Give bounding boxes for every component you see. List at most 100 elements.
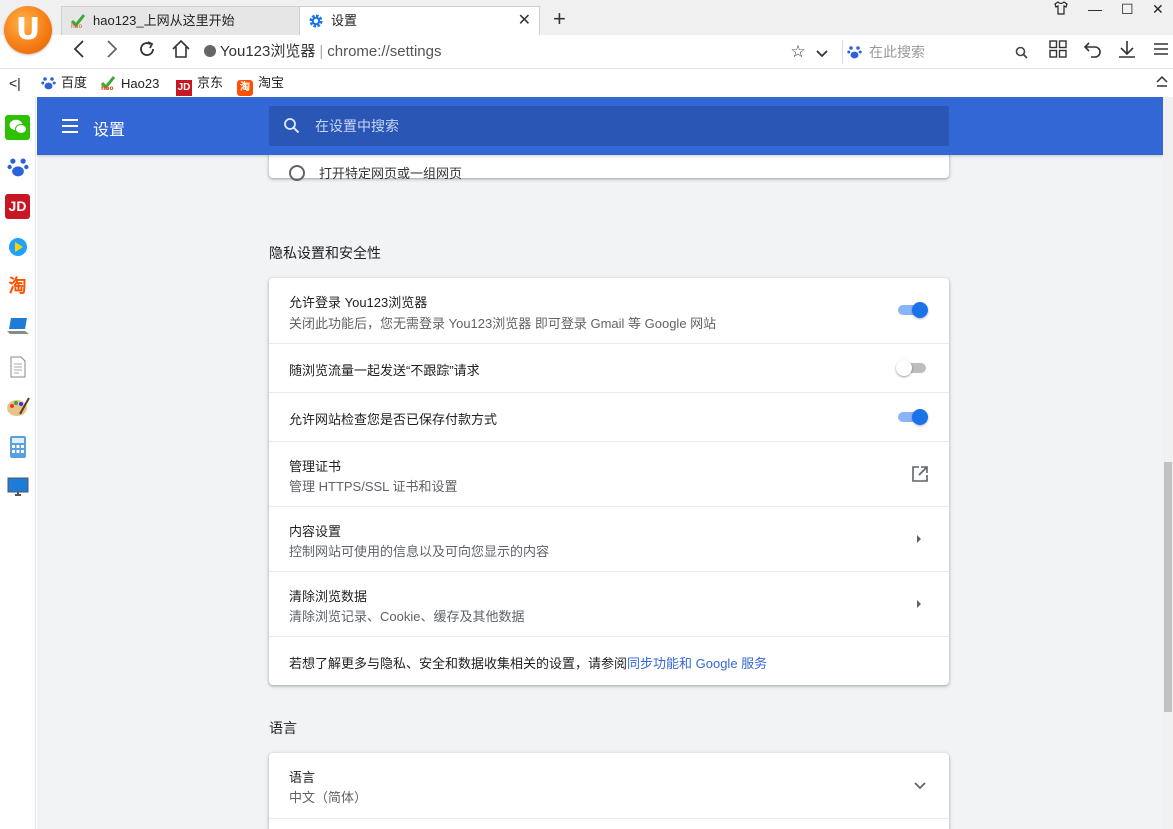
- sync-services-link[interactable]: 同步功能和 Google 服务: [627, 656, 767, 671]
- forward-button[interactable]: [99, 39, 125, 65]
- bookmark-baidu[interactable]: 百度: [41, 75, 87, 91]
- settings-page: 设置 打开特定网页或一组网页 隐私设置和安全性 允许登录 You123浏览器 关…: [37, 97, 1163, 829]
- wechat-icon[interactable]: [5, 115, 30, 140]
- baidu-paw-icon: [41, 77, 56, 90]
- menu-icon[interactable]: [1148, 39, 1173, 65]
- paint-palette-icon[interactable]: [5, 394, 30, 419]
- chevron-down-icon[interactable]: [913, 778, 927, 792]
- calculator-icon[interactable]: [5, 434, 30, 459]
- address-url: chrome://settings: [327, 43, 442, 60]
- collapse-sidebar-icon[interactable]: <|: [9, 75, 21, 91]
- bookmarks-collapse-icon[interactable]: [1155, 75, 1169, 91]
- clear-browsing-data-row[interactable]: 清除浏览数据 清除浏览记录、Cookie、缓存及其他数据: [269, 571, 949, 636]
- row-subtitle: 管理 HTTPS/SSL 证书和设置: [289, 479, 458, 494]
- bookmark-label: 淘宝: [258, 75, 285, 90]
- address-bar[interactable]: You123浏览器 | chrome://settings: [204, 40, 836, 64]
- browser-search-box[interactable]: 在此搜索: [842, 40, 1032, 64]
- skin-icon[interactable]: [1053, 0, 1069, 20]
- navigation-bar: You123浏览器 | chrome://settings ☆ 在此搜索: [0, 35, 1173, 69]
- payment-check-toggle[interactable]: [898, 409, 930, 425]
- hao123-icon: hao: [70, 14, 86, 29]
- settings-search-box[interactable]: [269, 106, 949, 146]
- svg-text:hao: hao: [101, 85, 113, 91]
- address-dropdown-icon[interactable]: [809, 39, 835, 65]
- privacy-section-title: 隐私设置和安全性: [269, 245, 381, 261]
- monitor-icon[interactable]: [5, 474, 30, 499]
- baidu-icon[interactable]: [5, 155, 30, 180]
- grid-apps-icon[interactable]: [1045, 39, 1071, 65]
- bookmark-hao23[interactable]: hao Hao23: [100, 75, 159, 91]
- search-icon[interactable]: [1015, 40, 1028, 64]
- tab-title: hao123_上网从这里开始: [93, 13, 235, 28]
- tab-settings[interactable]: 设置 ✕: [299, 6, 540, 35]
- radio-button[interactable]: [289, 165, 305, 181]
- document-icon[interactable]: [5, 354, 30, 379]
- row-subtitle: 控制网站可使用的信息以及可向您显示的内容: [289, 544, 550, 559]
- close-tab-icon[interactable]: ✕: [518, 7, 531, 34]
- bookmark-star-icon[interactable]: ☆: [785, 39, 811, 65]
- refresh-button[interactable]: [134, 39, 160, 65]
- language-row[interactable]: 语言 中文（简体）: [269, 753, 949, 818]
- row-title: 允许网站检查您是否已保存付款方式: [289, 412, 498, 427]
- baidu-paw-icon: [847, 46, 862, 59]
- bookmark-label: 百度: [61, 75, 88, 90]
- home-button[interactable]: [168, 39, 194, 65]
- gear-icon: [309, 14, 323, 28]
- row-subtitle: 中文（简体）: [289, 790, 368, 805]
- tab-hao123[interactable]: hao hao123_上网从这里开始: [61, 6, 300, 35]
- row-title: 允许登录 You123浏览器: [289, 295, 428, 310]
- do-not-track-row[interactable]: 随浏览流量一起发送“不跟踪”请求: [269, 343, 949, 392]
- search-icon: [284, 118, 300, 134]
- site-info-icon[interactable]: [204, 45, 216, 57]
- startup-option-specific-pages[interactable]: 打开特定网页或一组网页: [289, 163, 462, 182]
- browser-search-placeholder: 在此搜索: [869, 44, 925, 60]
- page-title: 设置: [93, 122, 126, 139]
- open-in-new-icon[interactable]: [911, 465, 929, 483]
- learn-more-prefix: 若想了解更多与隐私、安全和数据收集相关的设置，请参阅: [289, 656, 628, 671]
- you123-logo[interactable]: U: [4, 6, 52, 54]
- hao123-icon: hao: [100, 76, 116, 91]
- laptop-icon[interactable]: [5, 313, 30, 338]
- manage-certificates-row[interactable]: 管理证书 管理 HTTPS/SSL 证书和设置: [269, 441, 949, 506]
- maximize-button[interactable]: ☐: [1121, 0, 1134, 20]
- scrollbar-thumb[interactable]: [1164, 462, 1172, 712]
- language-next-row: [269, 818, 949, 829]
- row-title: 清除浏览数据: [289, 589, 368, 604]
- bookmark-jd[interactable]: JD 京东: [176, 75, 224, 96]
- minimize-button[interactable]: —: [1088, 0, 1102, 20]
- download-icon[interactable]: [1114, 39, 1140, 65]
- row-subtitle: 关闭此功能后，您无需登录 You123浏览器 即可登录 Gmail 等 Goog…: [289, 316, 717, 331]
- video-play-icon[interactable]: [5, 235, 30, 260]
- learn-more-text: 若想了解更多与隐私、安全和数据收集相关的设置，请参阅同步功能和 Google 服…: [289, 653, 767, 672]
- address-separator: |: [319, 43, 324, 60]
- hamburger-menu-icon[interactable]: [62, 119, 78, 133]
- row-title: 语言: [289, 770, 316, 785]
- left-sidebar: JD 淘: [0, 97, 36, 829]
- row-title: 内容设置: [289, 524, 342, 539]
- bookmark-label: 京东: [197, 75, 224, 90]
- arrow-right-icon: [917, 535, 921, 543]
- svg-text:hao: hao: [71, 23, 82, 29]
- back-button[interactable]: [66, 39, 92, 65]
- bookmark-taobao[interactable]: 淘淘宝: [237, 75, 285, 96]
- jd-icon[interactable]: JD: [5, 194, 30, 219]
- content-settings-row[interactable]: 内容设置 控制网站可使用的信息以及可向您显示的内容: [269, 506, 949, 571]
- page-scrollbar[interactable]: [1163, 97, 1173, 829]
- taobao-icon: 淘: [237, 80, 253, 96]
- do-not-track-toggle[interactable]: [896, 360, 930, 376]
- row-title: 随浏览流量一起发送“不跟踪”请求: [289, 363, 480, 378]
- settings-search-input[interactable]: [313, 106, 933, 146]
- row-subtitle: 清除浏览记录、Cookie、缓存及其他数据: [289, 609, 525, 624]
- new-tab-button[interactable]: +: [553, 6, 566, 32]
- allow-login-row[interactable]: 允许登录 You123浏览器 关闭此功能后，您无需登录 You123浏览器 即可…: [269, 278, 949, 343]
- startup-option-label: 打开特定网页或一组网页: [319, 166, 463, 181]
- language-card: 语言 中文（简体）: [269, 753, 949, 829]
- learn-more-row: 若想了解更多与隐私、安全和数据收集相关的设置，请参阅同步功能和 Google 服…: [269, 636, 949, 685]
- allow-login-toggle[interactable]: [898, 302, 930, 318]
- taobao-icon[interactable]: 淘: [5, 274, 30, 299]
- close-window-button[interactable]: ✕: [1152, 0, 1164, 20]
- tab-title: 设置: [331, 13, 358, 28]
- row-title: 管理证书: [289, 459, 342, 474]
- payment-check-row[interactable]: 允许网站检查您是否已保存付款方式: [269, 392, 949, 441]
- undo-icon[interactable]: [1080, 39, 1106, 65]
